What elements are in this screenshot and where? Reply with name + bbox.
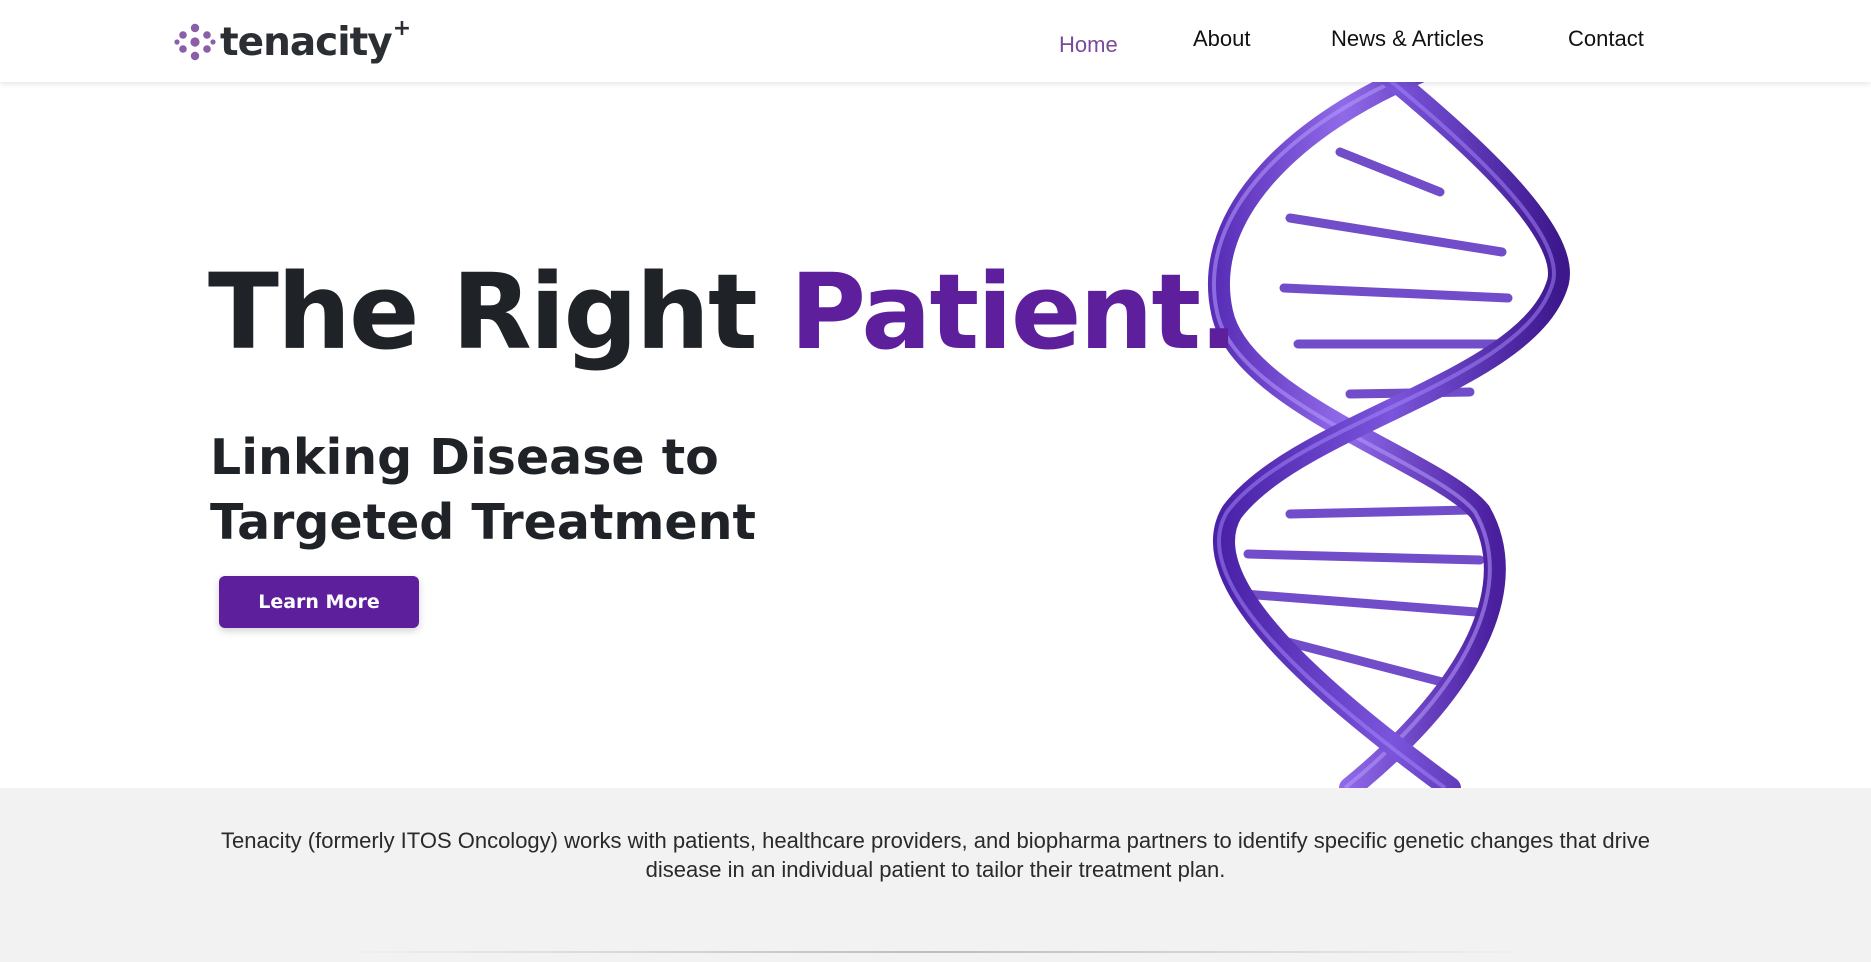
site-header: tenacity + Home About News & Articles Co…: [0, 0, 1871, 82]
logo-dots-icon: [174, 21, 216, 63]
nav-about[interactable]: About: [1193, 26, 1251, 52]
hero-headline: The Right Patient.: [208, 260, 1239, 364]
logo[interactable]: tenacity +: [174, 15, 412, 66]
intro-text: Tenacity (formerly ITOS Oncology) works …: [220, 828, 1651, 882]
hero-subheadline: Linking Disease to Targeted Treatment: [210, 429, 756, 551]
logo-text: tenacity: [220, 19, 393, 65]
hero-section: The Right Patient. Linking Disease to Ta…: [0, 82, 1871, 788]
headline-main: The Right: [208, 251, 790, 373]
nav-home[interactable]: Home: [1059, 32, 1118, 58]
intro-section: Tenacity (formerly ITOS Oncology) works …: [0, 788, 1871, 962]
section-divider: [330, 951, 1540, 953]
dna-helix-image: [1180, 82, 1580, 788]
nav-news-articles[interactable]: News & Articles: [1331, 26, 1484, 52]
learn-more-button[interactable]: Learn More: [219, 576, 419, 628]
headline-accent: Patient.: [789, 251, 1239, 373]
nav-contact[interactable]: Contact: [1568, 26, 1644, 52]
logo-superscript: +: [392, 15, 412, 41]
